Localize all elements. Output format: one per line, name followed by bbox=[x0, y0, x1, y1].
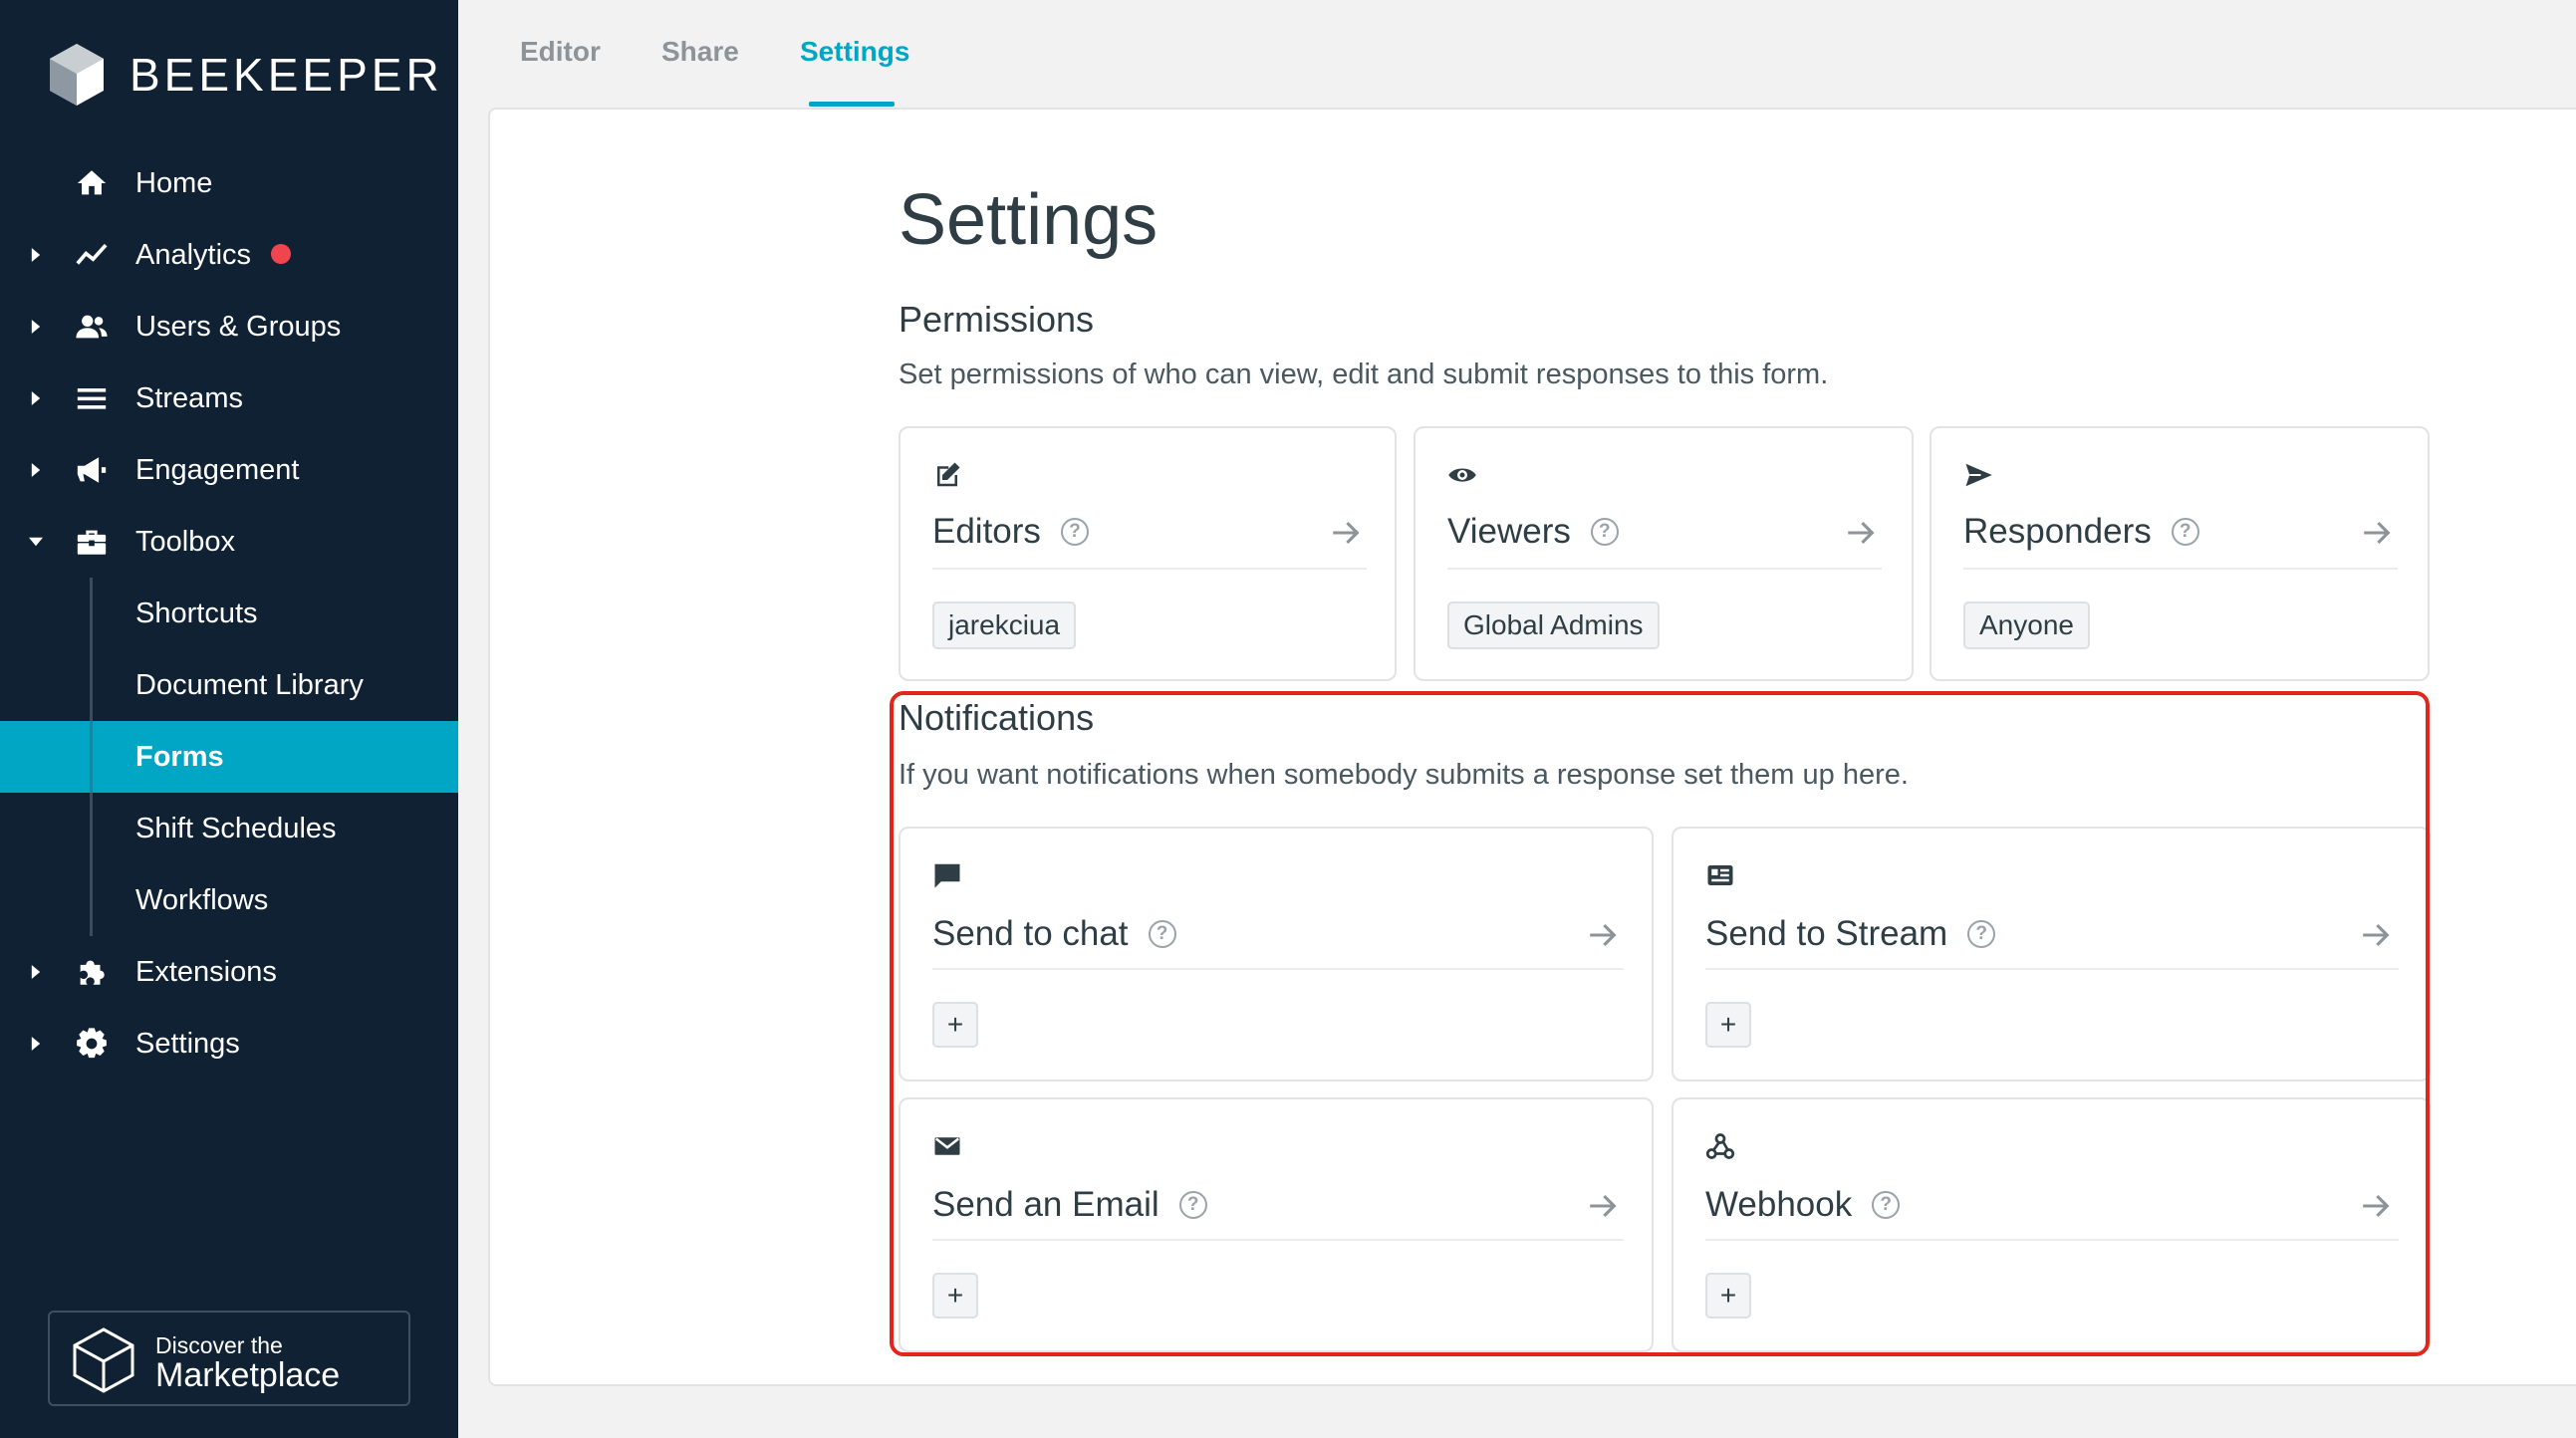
editors-card[interactable]: Editors? jarekciua bbox=[899, 426, 1397, 681]
editor-chip[interactable]: jarekciua bbox=[932, 601, 1077, 649]
sidebar-item-label: Shift Schedules bbox=[135, 812, 337, 844]
brand-logo[interactable]: BEEKEEPER bbox=[48, 42, 443, 108]
sidebar-item-label: Forms bbox=[135, 740, 224, 773]
sidebar-item-label: Extensions bbox=[135, 955, 277, 988]
beekeeper-logo-icon bbox=[50, 44, 104, 106]
sidebar-subitem-forms[interactable]: Forms bbox=[0, 721, 458, 793]
tab-settings[interactable]: Settings bbox=[800, 36, 909, 68]
arrow-right-icon[interactable] bbox=[1844, 516, 1878, 550]
sidebar-item-label: Shortcuts bbox=[135, 597, 258, 629]
tab-editor[interactable]: Editor bbox=[520, 36, 601, 68]
sidebar-subitem-shift-schedules[interactable]: Shift Schedules bbox=[0, 793, 458, 864]
viewers-card[interactable]: Viewers? Global Admins bbox=[1414, 426, 1914, 681]
toolbox-icon bbox=[74, 524, 110, 560]
caret-right-icon[interactable] bbox=[28, 462, 44, 478]
permissions-description: Set permissions of who can view, edit an… bbox=[899, 359, 1829, 390]
marketplace-cube-icon bbox=[73, 1327, 134, 1393]
sidebar-item-home[interactable]: Home bbox=[0, 147, 458, 219]
sidebar-item-streams[interactable]: Streams bbox=[0, 362, 458, 434]
eye-icon bbox=[1447, 460, 1481, 494]
users-icon bbox=[74, 309, 110, 345]
arrow-right-icon[interactable] bbox=[2360, 516, 2394, 550]
help-icon[interactable]: ? bbox=[1060, 518, 1089, 546]
caret-right-icon[interactable] bbox=[28, 390, 44, 406]
sidebar-subitem-document-library[interactable]: Document Library bbox=[0, 649, 458, 721]
card-divider bbox=[932, 568, 1367, 570]
sidebar-item-label: Toolbox bbox=[135, 525, 235, 558]
sidebar-item-engagement[interactable]: Engagement bbox=[0, 434, 458, 506]
caret-down-icon[interactable] bbox=[28, 534, 44, 550]
sidebar-item-label: Home bbox=[135, 166, 213, 199]
tree-line bbox=[90, 721, 93, 793]
sidebar: BEEKEEPER Home Analytics Users & Groups bbox=[0, 0, 458, 1438]
sidebar-item-settings[interactable]: Settings bbox=[0, 1008, 458, 1079]
sidebar-nav: Home Analytics Users & Groups Streams En… bbox=[0, 147, 458, 1079]
responders-card[interactable]: Responders? Anyone bbox=[1930, 426, 2430, 681]
notification-badge bbox=[271, 243, 292, 264]
sidebar-item-label: Analytics bbox=[135, 238, 252, 271]
sidebar-item-analytics[interactable]: Analytics bbox=[0, 219, 458, 291]
viewer-chip[interactable]: Global Admins bbox=[1447, 601, 1660, 649]
sidebar-subitem-shortcuts[interactable]: Shortcuts bbox=[0, 578, 458, 649]
tab-share[interactable]: Share bbox=[661, 36, 739, 68]
analytics-icon bbox=[74, 237, 110, 273]
sidebar-item-toolbox[interactable]: Toolbox bbox=[0, 506, 458, 578]
arrow-right-icon[interactable] bbox=[1329, 516, 1363, 550]
tree-line bbox=[90, 578, 93, 649]
help-icon[interactable]: ? bbox=[1590, 518, 1619, 546]
card-divider bbox=[1447, 568, 1882, 570]
brand-name: BEEKEEPER bbox=[129, 49, 443, 101]
streams-icon bbox=[74, 380, 110, 416]
help-icon[interactable]: ? bbox=[2171, 518, 2199, 546]
card-title: Editors bbox=[932, 512, 1041, 551]
active-tab-indicator bbox=[809, 102, 895, 107]
sidebar-item-label: Settings bbox=[135, 1027, 240, 1060]
tree-line bbox=[90, 649, 93, 721]
page-title: Settings bbox=[899, 180, 1159, 260]
sidebar-item-label: Engagement bbox=[135, 453, 300, 486]
marketplace-button[interactable]: Discover the Marketplace bbox=[48, 1311, 410, 1406]
responder-chip[interactable]: Anyone bbox=[1963, 601, 2090, 649]
puzzle-icon bbox=[74, 954, 110, 990]
tree-line bbox=[90, 864, 93, 936]
sidebar-item-label: Streams bbox=[135, 381, 243, 414]
notifications-highlight-box bbox=[890, 691, 2430, 1356]
top-tabs: Editor Share Settings bbox=[458, 0, 2576, 108]
marketplace-label: Marketplace bbox=[155, 1356, 341, 1394]
caret-right-icon[interactable] bbox=[28, 319, 44, 335]
card-title: Viewers bbox=[1447, 512, 1571, 551]
card-divider bbox=[1963, 568, 2398, 570]
send-icon bbox=[1963, 460, 1997, 494]
sidebar-item-label: Users & Groups bbox=[135, 310, 342, 343]
edit-icon bbox=[932, 460, 966, 494]
sidebar-item-label: Document Library bbox=[135, 668, 364, 701]
sidebar-item-users-groups[interactable]: Users & Groups bbox=[0, 291, 458, 362]
home-icon bbox=[74, 165, 110, 201]
caret-right-icon[interactable] bbox=[28, 964, 44, 980]
card-title: Responders bbox=[1963, 512, 2152, 551]
caret-right-icon[interactable] bbox=[28, 247, 44, 263]
caret-right-icon[interactable] bbox=[28, 1036, 44, 1052]
sidebar-subitem-workflows[interactable]: Workflows bbox=[0, 864, 458, 936]
gear-icon bbox=[74, 1026, 110, 1062]
megaphone-icon bbox=[74, 452, 110, 488]
tree-line bbox=[90, 793, 93, 864]
marketplace-label-small: Discover the bbox=[155, 1332, 283, 1358]
sidebar-item-extensions[interactable]: Extensions bbox=[0, 936, 458, 1008]
sidebar-item-label: Workflows bbox=[135, 883, 269, 916]
permissions-title: Permissions bbox=[899, 299, 1095, 340]
